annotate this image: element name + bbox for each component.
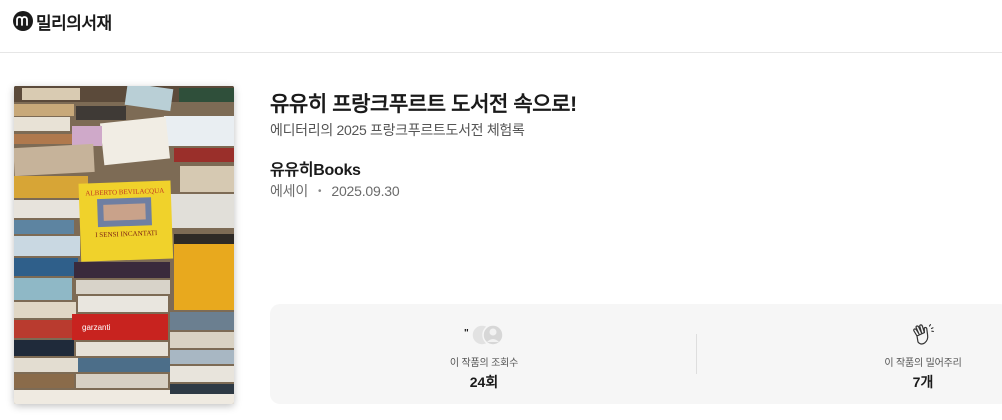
book-title: 유유히 프랑크푸르트 도서전 속으로! — [270, 93, 577, 116]
book-meta: 에세이 • 2025.09.30 — [270, 181, 400, 201]
book-subtitle: 에디터리의 2025 프랑크푸르트도서전 체험록 — [270, 122, 525, 138]
views-value: 24회 — [469, 374, 499, 390]
stats-divider — [696, 334, 697, 374]
stats-panel: " 이 작품의 조회수 24회 이 작품의 밀어주리 7개 — [270, 304, 1002, 404]
book-cover[interactable]: ALBERTO BEVILACQUA I SENSI INCANTATI gar… — [14, 86, 234, 404]
cheer-value: 7개 — [912, 374, 934, 390]
book-author[interactable]: 유유히Books — [270, 156, 361, 180]
views-stat: " 이 작품의 조회수 24회 — [384, 304, 584, 404]
book-cover-image: ALBERTO BEVILACQUA I SENSI INCANTATI gar… — [14, 86, 234, 404]
top-header: 밀리의서재 — [0, 0, 1002, 53]
cheer-label: 이 작품의 밀어주리 — [884, 358, 962, 369]
cover-garzanti-text: garzanti — [82, 323, 111, 332]
meta-separator: • — [318, 185, 322, 197]
clap-hands-icon[interactable] — [823, 322, 1002, 348]
cheer-stat[interactable]: 이 작품의 밀어주리 7개 — [823, 304, 1002, 404]
views-label: 이 작품의 조회수 — [449, 358, 519, 369]
book-category[interactable]: 에세이 — [270, 181, 308, 201]
logo-text: 밀리의서재 — [36, 13, 112, 33]
publish-date: 2025.09.30 — [331, 183, 400, 199]
millie-logo[interactable]: 밀리의서재 — [13, 9, 112, 33]
views-avatars-icon: " — [384, 322, 584, 348]
svg-text:": " — [464, 328, 469, 339]
millie-logo-icon — [13, 11, 33, 31]
